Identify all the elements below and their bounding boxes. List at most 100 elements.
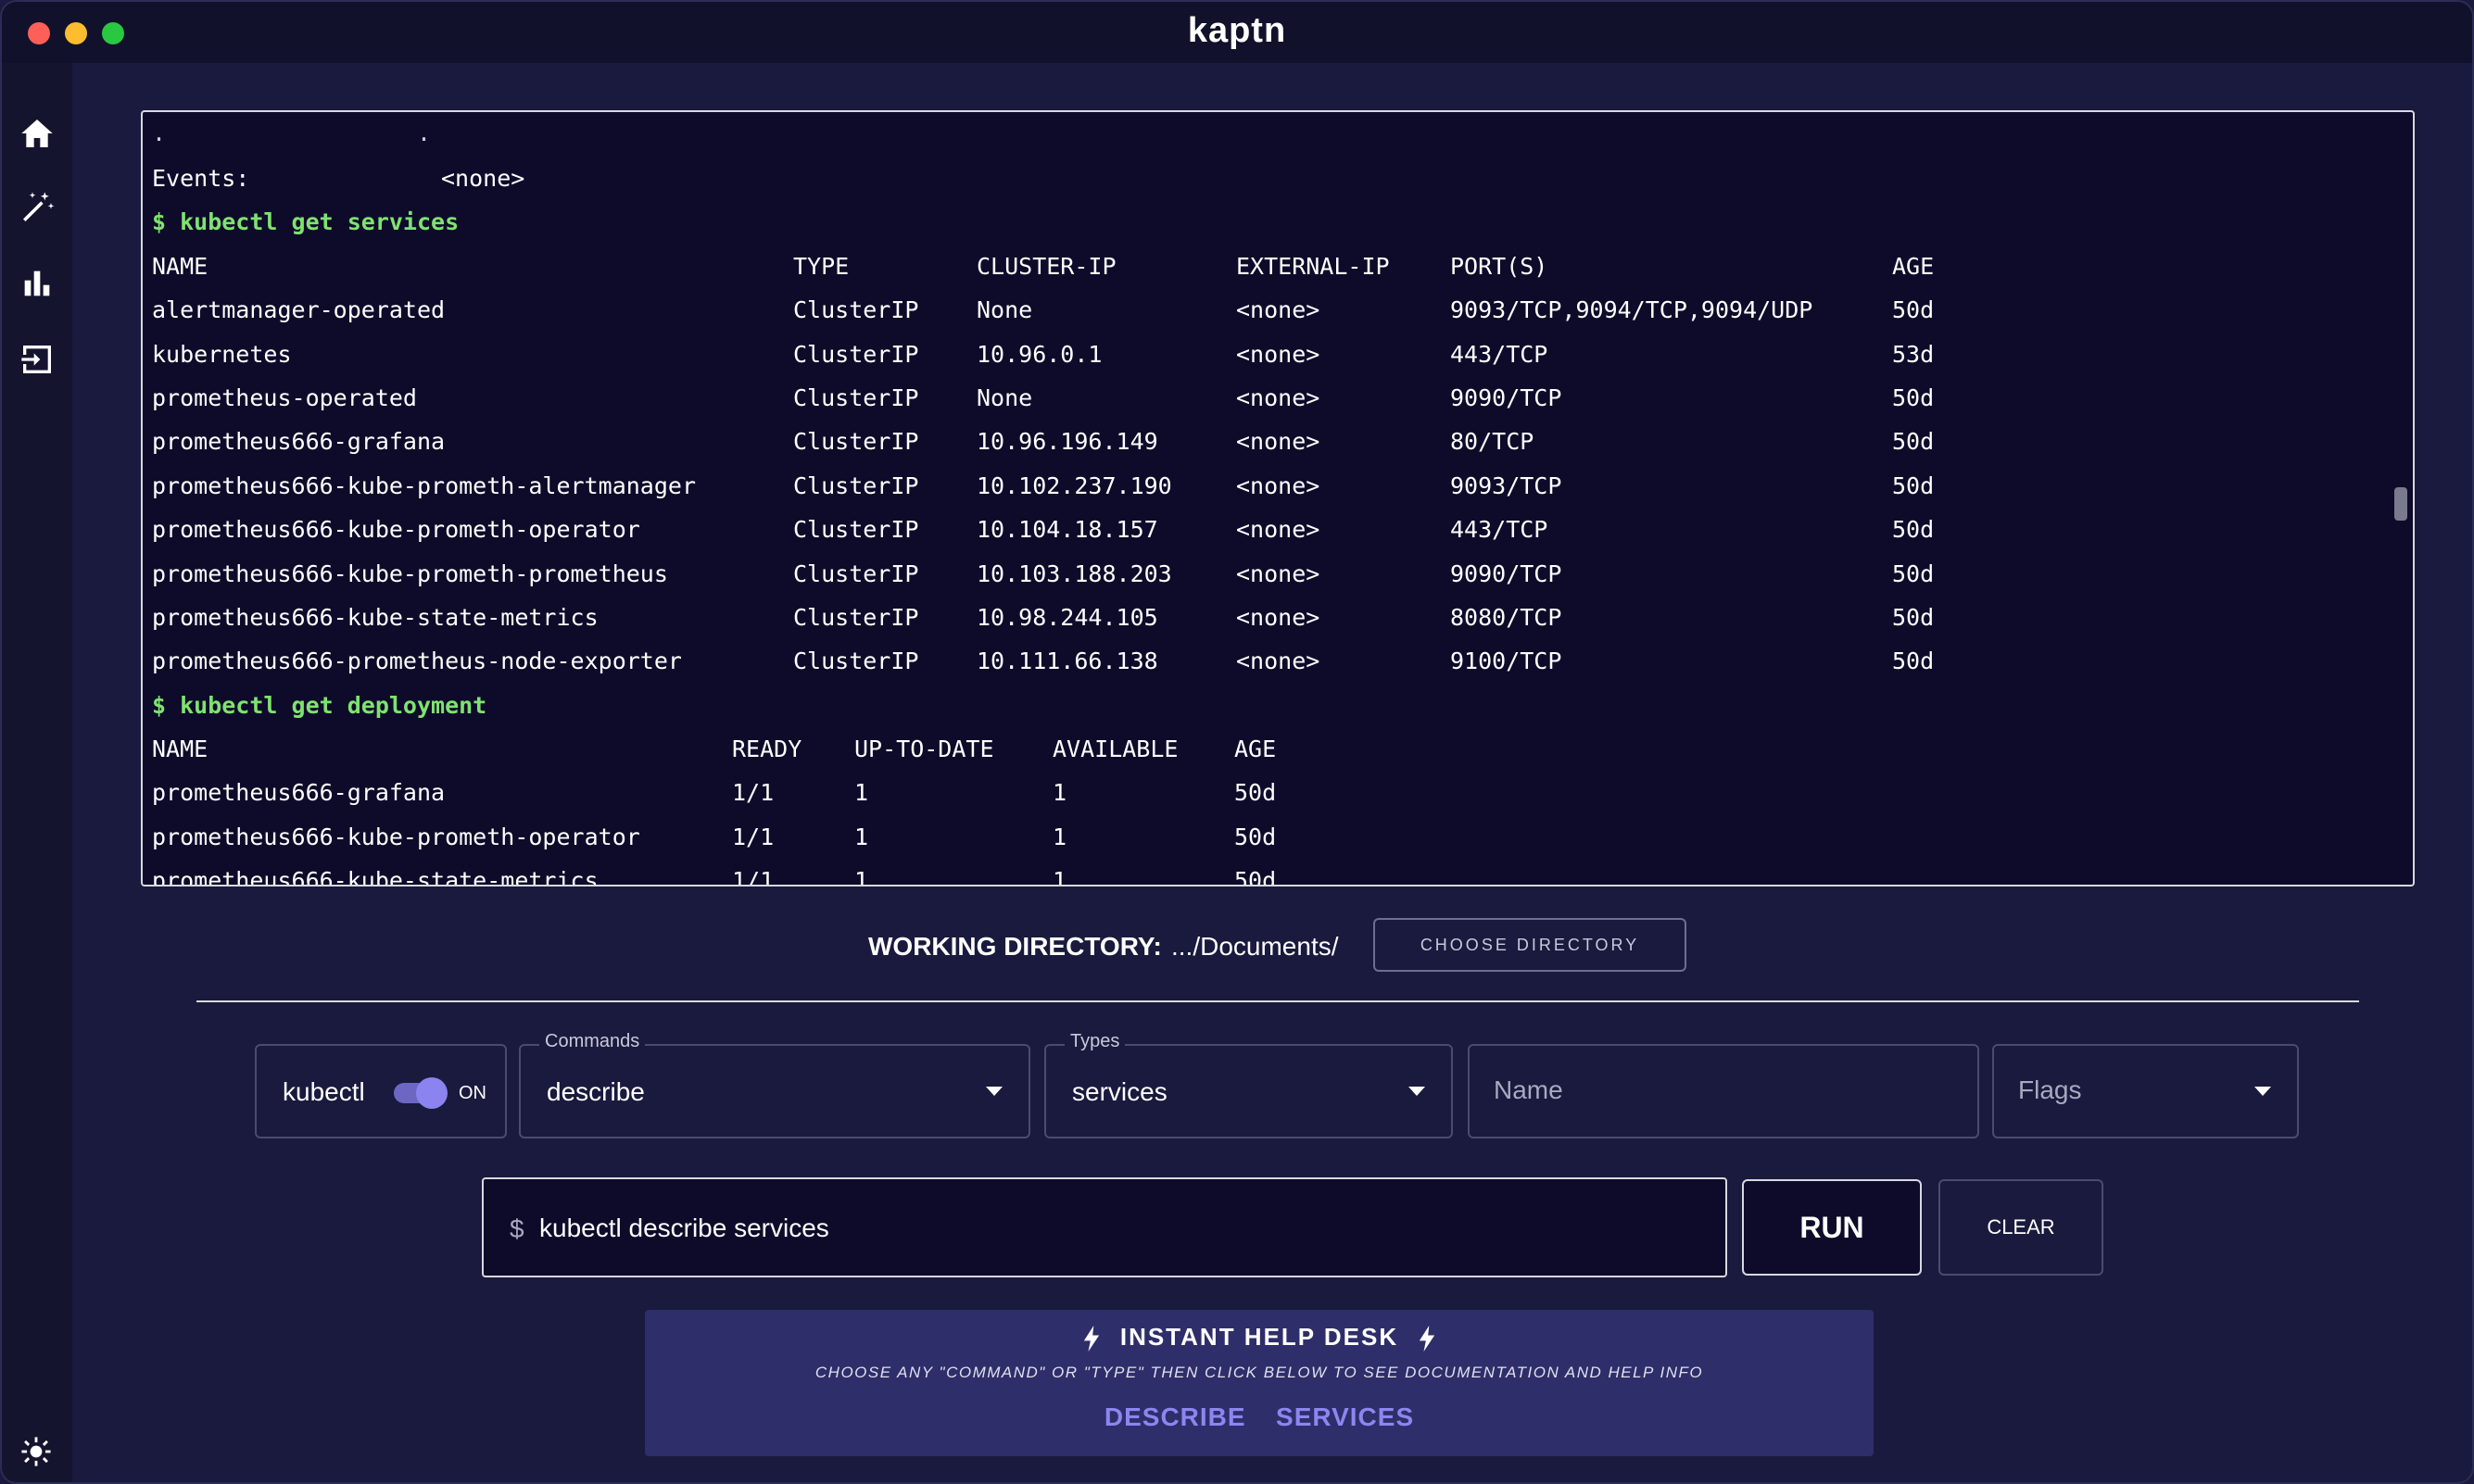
table-row: prometheus666-kube-state-metrics ClusterI… xyxy=(152,596,2385,639)
services-cell: ClusterIP xyxy=(793,340,919,368)
deploy-header-cell: UP-TO-DATE xyxy=(854,736,994,763)
deploy-header-cell: NAME xyxy=(152,736,208,763)
deployment-command-line: $ kubectl get deployment xyxy=(152,691,487,719)
sun-icon[interactable] xyxy=(20,1436,52,1467)
deploy-cell: 1 xyxy=(1053,779,1067,807)
services-cell: alertmanager-operated xyxy=(152,296,446,324)
help-desk-title-row: INSTANT HELP DESK xyxy=(645,1323,1874,1352)
deploy-cell: 50d xyxy=(1234,867,1277,887)
divider xyxy=(196,1000,2359,1002)
services-cell: 10.96.196.149 xyxy=(977,428,1158,456)
services-cell: 50d xyxy=(1892,648,1935,675)
terminal-cutoff-line: . . xyxy=(152,129,432,146)
services-cell: <none> xyxy=(1236,648,1320,675)
services-cell: ClusterIP xyxy=(793,472,919,499)
command-prompt: $ xyxy=(510,1214,524,1243)
services-cell: 10.104.18.157 xyxy=(977,516,1158,544)
deployment-table: NAME READY UP-TO-DATE AVAILABLE AGE prometheu… xyxy=(152,727,2385,887)
services-table: NAME TYPE CLUSTER-IP EXTERNAL-IP PORT(S) AGE a… xyxy=(152,245,2385,684)
services-cell: <none> xyxy=(1236,340,1320,368)
services-cell: 8080/TCP xyxy=(1450,603,1562,631)
services-header-cell: PORT(S) xyxy=(1450,252,1548,280)
services-cell: ClusterIP xyxy=(793,296,919,324)
flags-placeholder: Flags xyxy=(2018,1075,2082,1104)
clear-button[interactable]: CLEAR xyxy=(1938,1179,2103,1276)
app-title: kaptn xyxy=(1187,11,1287,50)
deploy-header-cell: AVAILABLE xyxy=(1053,736,1179,763)
terminal-scrollbar[interactable] xyxy=(2392,112,2407,885)
deploy-cell: 50d xyxy=(1234,779,1277,807)
table-row: prometheus666-kube-prometh-prometheus Clu… xyxy=(152,552,2385,596)
run-button[interactable]: RUN xyxy=(1742,1179,1922,1276)
table-row: prometheus666-kube-prometh-operator 1/1 1 1… xyxy=(152,815,2385,859)
kubectl-toggle-knob[interactable] xyxy=(416,1077,448,1109)
kubectl-toggle-field: kubectl ON xyxy=(255,1044,507,1138)
magic-wand-icon[interactable] xyxy=(19,189,56,226)
services-cell: kubernetes xyxy=(152,340,292,368)
deploy-cell: prometheus666-grafana xyxy=(152,779,446,807)
services-cell: ClusterIP xyxy=(793,428,919,456)
help-link-services[interactable]: SERVICES xyxy=(1276,1402,1414,1432)
services-cell: <none> xyxy=(1236,384,1320,411)
services-header-cell: NAME xyxy=(152,252,208,280)
services-cell: 9090/TCP xyxy=(1450,384,1562,411)
services-cell: ClusterIP xyxy=(793,384,919,411)
flags-select[interactable]: Flags xyxy=(1992,1044,2299,1138)
deploy-cell: 1 xyxy=(1053,823,1067,850)
deploy-cell: 1 xyxy=(854,779,869,807)
services-cell: <none> xyxy=(1236,472,1320,499)
services-cell: 9100/TCP xyxy=(1450,648,1562,675)
events-value: <none> xyxy=(441,165,525,192)
home-icon[interactable] xyxy=(19,115,56,152)
name-input[interactable]: Name xyxy=(1468,1044,1979,1138)
deploy-header-row: NAME READY UP-TO-DATE AVAILABLE AGE xyxy=(152,727,2385,771)
services-cell: ClusterIP xyxy=(793,516,919,544)
services-cell: ClusterIP xyxy=(793,560,919,587)
working-directory-label: WORKING DIRECTORY: xyxy=(868,932,1162,961)
command-input[interactable]: $ kubectl describe services xyxy=(482,1177,1727,1277)
table-row: prometheus666-grafana 1/1 1 1 50d xyxy=(152,771,2385,814)
services-cell: 50d xyxy=(1892,296,1935,324)
services-cell: 53d xyxy=(1892,340,1935,368)
types-value: services xyxy=(1072,1077,1168,1106)
help-link-describe[interactable]: DESCRIBE xyxy=(1104,1402,1246,1432)
table-row: prometheus666-grafana ClusterIP 10.96.196.… xyxy=(152,420,2385,463)
title-bar: kaptn xyxy=(2,2,2472,63)
terminal-output[interactable]: . . Events: <none> $ kubectl get services… xyxy=(141,110,2415,887)
services-cell: 9093/TCP xyxy=(1450,472,1562,499)
services-cell: None xyxy=(977,384,1033,411)
events-label: Events: xyxy=(152,165,250,192)
services-cell: 9093/TCP,9094/TCP,9094/UDP xyxy=(1450,296,1813,324)
services-cell: 10.96.0.1 xyxy=(977,340,1103,368)
services-cell: 50d xyxy=(1892,428,1935,456)
scrollbar-thumb[interactable] xyxy=(2394,487,2407,521)
services-cell: 10.111.66.138 xyxy=(977,648,1158,675)
services-cell: 50d xyxy=(1892,472,1935,499)
bar-chart-icon[interactable] xyxy=(19,265,56,302)
types-select[interactable]: Types services xyxy=(1044,1031,1453,1138)
deploy-cell: 1/1 xyxy=(732,823,775,850)
services-cell: prometheus666-kube-prometh-operator xyxy=(152,516,640,544)
services-cell: prometheus666-grafana xyxy=(152,428,446,456)
deploy-header-cell: READY xyxy=(732,736,802,763)
commands-select[interactable]: Commands describe xyxy=(519,1031,1030,1138)
table-row: prometheus666-kube-state-metrics 1/1 1 1 50d xyxy=(152,859,2385,887)
chevron-down-icon xyxy=(986,1087,1003,1096)
services-cell: 50d xyxy=(1892,603,1935,631)
chevron-down-icon xyxy=(2254,1087,2271,1096)
help-desk-links: DESCRIBE SERVICES xyxy=(645,1402,1874,1432)
table-row: kubernetes ClusterIP 10.96.0.1 <none> 443/TC… xyxy=(152,333,2385,376)
services-header-cell: CLUSTER-IP xyxy=(977,252,1117,280)
commands-label: Commands xyxy=(539,1031,646,1052)
choose-directory-button[interactable]: CHOOSE DIRECTORY xyxy=(1373,918,1686,972)
services-header-cell: AGE xyxy=(1892,252,1935,280)
services-cell: 50d xyxy=(1892,516,1935,544)
command-text: kubectl describe services xyxy=(539,1214,829,1242)
services-header-cell: EXTERNAL-IP xyxy=(1236,252,1390,280)
table-row: alertmanager-operated ClusterIP None <none>… xyxy=(152,288,2385,332)
name-placeholder: Name xyxy=(1494,1075,1563,1104)
logout-icon[interactable] xyxy=(19,341,56,378)
services-cell: <none> xyxy=(1236,296,1320,324)
services-cell: <none> xyxy=(1236,428,1320,456)
terminal-events-line: Events: <none> xyxy=(152,157,2385,200)
